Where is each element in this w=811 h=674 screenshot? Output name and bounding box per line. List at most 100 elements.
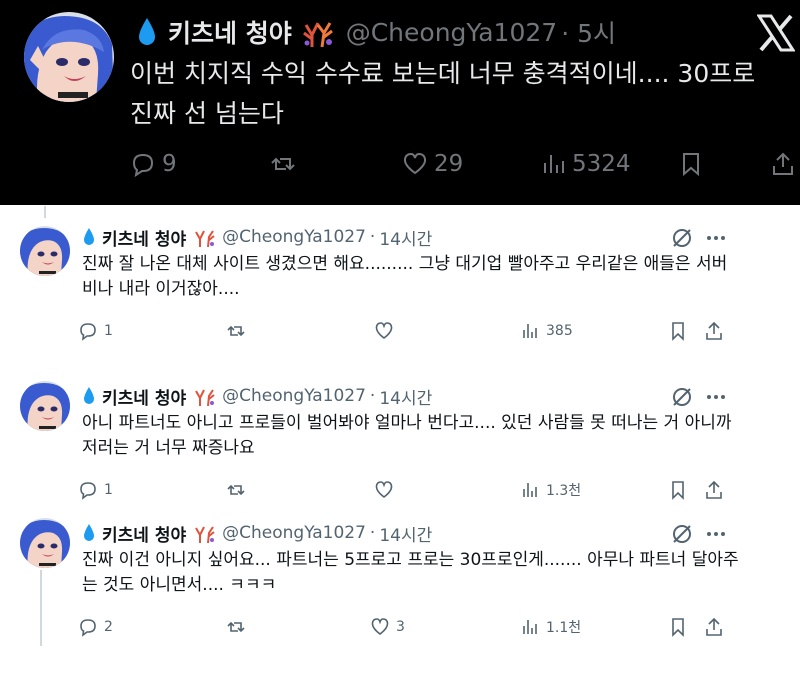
like-icon xyxy=(375,322,393,340)
avatar[interactable] xyxy=(20,518,70,568)
display-name[interactable]: 키츠네 청야 xyxy=(102,225,186,250)
tweet-header: 키츠네 청야 @CheongYa1027 · 14시간 xyxy=(82,520,432,546)
grok-icon[interactable] xyxy=(670,522,694,546)
views-button[interactable]: 1.3천 xyxy=(520,478,581,502)
reply-tweet[interactable]: 키츠네 청야 @CheongYa1027 · 14시간 아니 파트너도 아니고 … xyxy=(0,377,811,527)
bookmark-icon xyxy=(672,618,684,637)
tweet-header: 키츠네 청야 @CheongYa1027 · 5시 xyxy=(136,14,616,50)
bookmark-icon xyxy=(672,322,684,341)
tweet-header: 키츠네 청야 @CheongYa1027 · 14시간 xyxy=(82,383,432,409)
main-tweet[interactable]: 키츠네 청야 @CheongYa1027 · 5시 이번 치지직 수익 수수료 … xyxy=(0,0,800,205)
like-icon xyxy=(375,481,393,499)
bookmark-button[interactable] xyxy=(678,146,710,182)
repost-button[interactable] xyxy=(226,615,252,639)
reply-button[interactable]: 2 xyxy=(78,615,113,639)
repost-icon xyxy=(271,157,295,171)
share-button[interactable] xyxy=(704,478,730,502)
timestamp[interactable]: 14시간 xyxy=(379,225,432,250)
like-icon xyxy=(403,152,427,175)
coral-badge-icon xyxy=(302,22,333,47)
handle[interactable]: @CheongYa1027 xyxy=(222,523,366,543)
bookmark-icon xyxy=(683,153,699,177)
action-bar: 2 3 1.1천 xyxy=(78,615,738,639)
grok-icon[interactable] xyxy=(670,226,694,250)
share-button[interactable] xyxy=(704,615,730,639)
reply-tweet[interactable]: 키츠네 청야 @CheongYa1027 · 14시간 진짜 이건 아니지 싶어… xyxy=(0,514,811,664)
view-count: 1.1천 xyxy=(546,620,582,636)
repost-icon xyxy=(227,325,245,337)
share-button[interactable] xyxy=(770,146,802,182)
views-button[interactable]: 385 xyxy=(520,319,573,343)
views-icon xyxy=(523,483,537,497)
reply-icon xyxy=(132,153,154,177)
display-name[interactable]: 키츠네 청야 xyxy=(102,384,186,409)
water-drop-icon xyxy=(84,387,94,404)
separator: · xyxy=(369,523,376,543)
like-button[interactable]: 29 xyxy=(402,146,463,182)
bookmark-button[interactable] xyxy=(668,478,694,502)
repost-icon xyxy=(227,484,245,496)
avatar[interactable] xyxy=(20,226,70,276)
share-icon xyxy=(706,480,722,499)
reply-count: 2 xyxy=(104,619,113,635)
water-drop-icon xyxy=(84,228,94,245)
handle[interactable]: @CheongYa1027 xyxy=(222,386,366,406)
reply-icon xyxy=(80,323,96,341)
thread-connector xyxy=(40,570,42,646)
reply-button[interactable]: 9 xyxy=(130,146,177,182)
bookmark-button[interactable] xyxy=(668,319,694,343)
timestamp[interactable]: · 5시 xyxy=(561,14,616,50)
reply-button[interactable]: 1 xyxy=(78,319,113,343)
coral-badge-icon xyxy=(195,230,215,247)
share-icon xyxy=(706,617,722,636)
more-icon[interactable] xyxy=(704,226,728,250)
share-icon xyxy=(706,321,722,340)
reply-button[interactable]: 1 xyxy=(78,478,113,502)
separator: · xyxy=(369,386,376,406)
views-button[interactable]: 5324 xyxy=(540,146,631,182)
action-bar: 1 1.3천 xyxy=(78,478,738,502)
water-drop-icon xyxy=(84,524,94,541)
views-icon xyxy=(523,620,537,634)
like-button[interactable] xyxy=(374,478,400,502)
page: 키츠네 청야 @CheongYa1027 · 5시 이번 치지직 수익 수수료 … xyxy=(0,0,811,674)
coral-badge-icon xyxy=(195,526,215,543)
bookmark-button[interactable] xyxy=(668,615,694,639)
reply-icon xyxy=(80,619,96,637)
more-icon[interactable] xyxy=(704,522,728,546)
reply-tweet[interactable]: 키츠네 청야 @CheongYa1027 · 14시간 진짜 잘 나온 대체 사… xyxy=(0,218,811,368)
share-button[interactable] xyxy=(704,319,730,343)
action-bar: 1 385 xyxy=(78,319,738,343)
share-icon xyxy=(773,152,793,175)
grok-icon[interactable] xyxy=(670,385,694,409)
view-count: 1.3천 xyxy=(546,483,582,499)
like-button[interactable] xyxy=(374,319,400,343)
like-count: 29 xyxy=(434,151,464,177)
reply-count: 1 xyxy=(104,323,113,339)
more-icon[interactable] xyxy=(704,385,728,409)
handle[interactable]: @CheongYa1027 xyxy=(346,18,557,47)
tweet-text: 진짜 잘 나온 대체 사이트 생겼으면 해요......... 그냥 대기업 빨… xyxy=(82,254,728,299)
reply-count: 9 xyxy=(162,151,177,177)
action-bar: 9 29 5324 xyxy=(130,146,800,182)
repost-button[interactable] xyxy=(226,319,252,343)
handle[interactable]: @CheongYa1027 xyxy=(222,227,366,247)
timestamp[interactable]: 14시간 xyxy=(379,384,432,409)
like-button[interactable]: 3 xyxy=(370,615,405,639)
reply-count: 1 xyxy=(104,482,113,498)
display-name[interactable]: 키츠네 청야 xyxy=(168,14,292,50)
repost-button[interactable] xyxy=(270,146,302,182)
coral-badge-icon xyxy=(195,389,215,406)
view-count: 385 xyxy=(546,323,573,339)
timestamp[interactable]: 14시간 xyxy=(379,521,432,546)
x-logo-icon[interactable] xyxy=(757,14,795,52)
view-count: 5324 xyxy=(572,151,631,177)
views-button[interactable]: 1.1천 xyxy=(520,615,581,639)
avatar[interactable] xyxy=(24,12,114,102)
repost-button[interactable] xyxy=(226,478,252,502)
thread-connector xyxy=(44,206,46,218)
reply-icon xyxy=(80,482,96,500)
avatar[interactable] xyxy=(20,381,70,431)
display-name[interactable]: 키츠네 청야 xyxy=(102,521,186,546)
tweet-text: 진짜 이건 아니지 싶어요... 파트너는 5프로고 프로는 30프로인게...… xyxy=(82,550,739,595)
